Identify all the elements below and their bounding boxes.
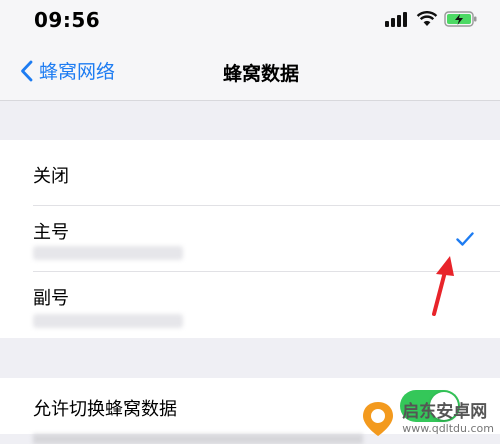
status-time: 09:56	[34, 8, 101, 32]
annotation-arrow-icon	[432, 256, 454, 316]
watermark-title: 启东安卓网	[402, 402, 488, 422]
allow-switch-label: 允许切换蜂窝数据	[33, 399, 177, 420]
battery-charging-icon	[444, 11, 477, 27]
wifi-icon	[416, 11, 438, 26]
option-off[interactable]: 关闭	[0, 140, 500, 206]
primary-number-redacted	[33, 246, 183, 260]
secondary-number-redacted	[33, 314, 183, 328]
option-primary-label: 主号	[33, 222, 69, 243]
cellular-signal-icon	[385, 12, 407, 27]
footnote-redacted	[33, 434, 363, 444]
checkmark-icon	[456, 232, 474, 246]
status-bar: 09:56	[0, 0, 500, 40]
status-icons	[384, 10, 478, 28]
page-title: 蜂窝数据	[222, 63, 299, 85]
option-secondary-label: 副号	[33, 288, 69, 309]
watermark-url: www.qdltdu.com	[402, 422, 494, 435]
option-off-label: 关闭	[33, 166, 69, 187]
watermark: 启东安卓网 www.qdltdu.com	[360, 400, 494, 438]
navigation-bar: 蜂窝网络 蜂窝数据	[0, 40, 500, 101]
watermark-logo-icon	[363, 402, 394, 436]
